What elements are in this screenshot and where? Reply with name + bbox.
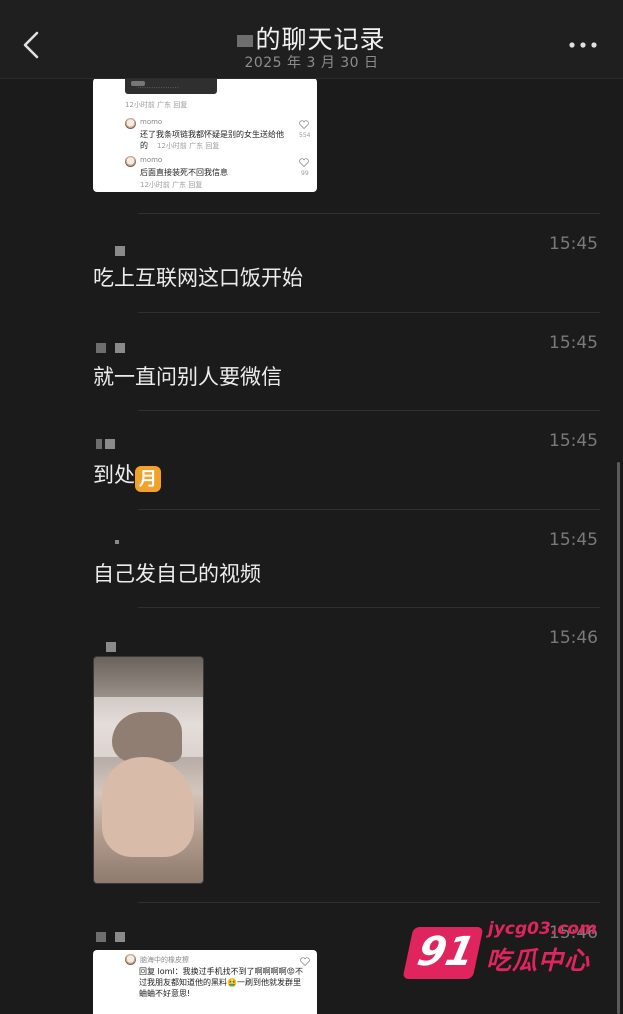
comment-text: 后面直接装死不回我信息 (140, 168, 228, 177)
watermark-name: 吃瓜中心 (486, 946, 591, 975)
comment-meta: 12小时前 广东 回复 (140, 181, 203, 189)
moon-emoji-icon: 月 (135, 466, 161, 492)
message-text-part: 到处 (93, 463, 135, 487)
divider (138, 902, 600, 903)
heart-icon[interactable] (300, 957, 310, 966)
message-time: 15:45 (549, 234, 598, 254)
shared-screenshot-card[interactable]: 脑海中的橡皮擦 回复 loml：我换过手机找不到了啊啊啊啊😡不过我朋友都知道他的… (93, 950, 317, 1014)
like-count: 554 (299, 132, 311, 139)
scrollbar[interactable] (617, 462, 620, 1014)
comment-author: momo (140, 156, 163, 164)
message-text: 到处月 (93, 459, 161, 492)
shared-screenshot-card[interactable]: ……………… 12小时前 广东 回复 momo 还了我条项链我都怀疑是别的女生送… (93, 78, 317, 192)
divider (138, 410, 600, 411)
site-watermark: 91 jycg03.com 吃瓜中心 (402, 915, 602, 990)
message-time: 15:45 (549, 431, 598, 451)
comment-author: 脑海中的橡皮擦 (140, 956, 189, 964)
heart-icon[interactable] (299, 158, 309, 167)
comment-meta: 12小时前 广东 回复 (125, 101, 188, 109)
message-time: 15:46 (549, 628, 598, 648)
divider (138, 509, 600, 510)
message-text: 就一直问别人要微信 (93, 365, 282, 389)
avatar (125, 118, 136, 129)
comment-text: 回复 loml：我换过手机找不到了啊啊啊啊😡不过我朋友都知道他的黑料🤮一刷到他就… (139, 967, 304, 998)
shared-photo[interactable] (93, 656, 204, 884)
message-text: 自己发自己的视频 (93, 562, 261, 586)
comment-meta: 12小时前 广东 回复 (157, 142, 220, 150)
heart-icon[interactable] (299, 120, 309, 129)
divider (138, 312, 600, 313)
comment-author: momo (140, 118, 163, 126)
message-time: 15:45 (549, 530, 598, 550)
avatar (125, 954, 136, 965)
page-date: 2025 年 3 月 30 日 (244, 55, 379, 71)
divider (138, 213, 600, 214)
header-bar: 的聊天记录 2025 年 3 月 30 日 (0, 0, 623, 79)
message-text: 吃上互联网这口饭开始 (93, 266, 303, 290)
page-title: 的聊天记录 (0, 20, 623, 56)
redacted-name-mark (237, 35, 254, 47)
faded-meta: ……………… (137, 82, 179, 90)
divider (138, 607, 600, 608)
more-icon[interactable] (569, 40, 597, 50)
watermark-logo: 91 (402, 927, 484, 979)
message-time: 15:45 (549, 333, 598, 353)
avatar (125, 156, 136, 167)
watermark-url: jycg03.com (488, 919, 597, 939)
like-count: 99 (301, 170, 309, 177)
